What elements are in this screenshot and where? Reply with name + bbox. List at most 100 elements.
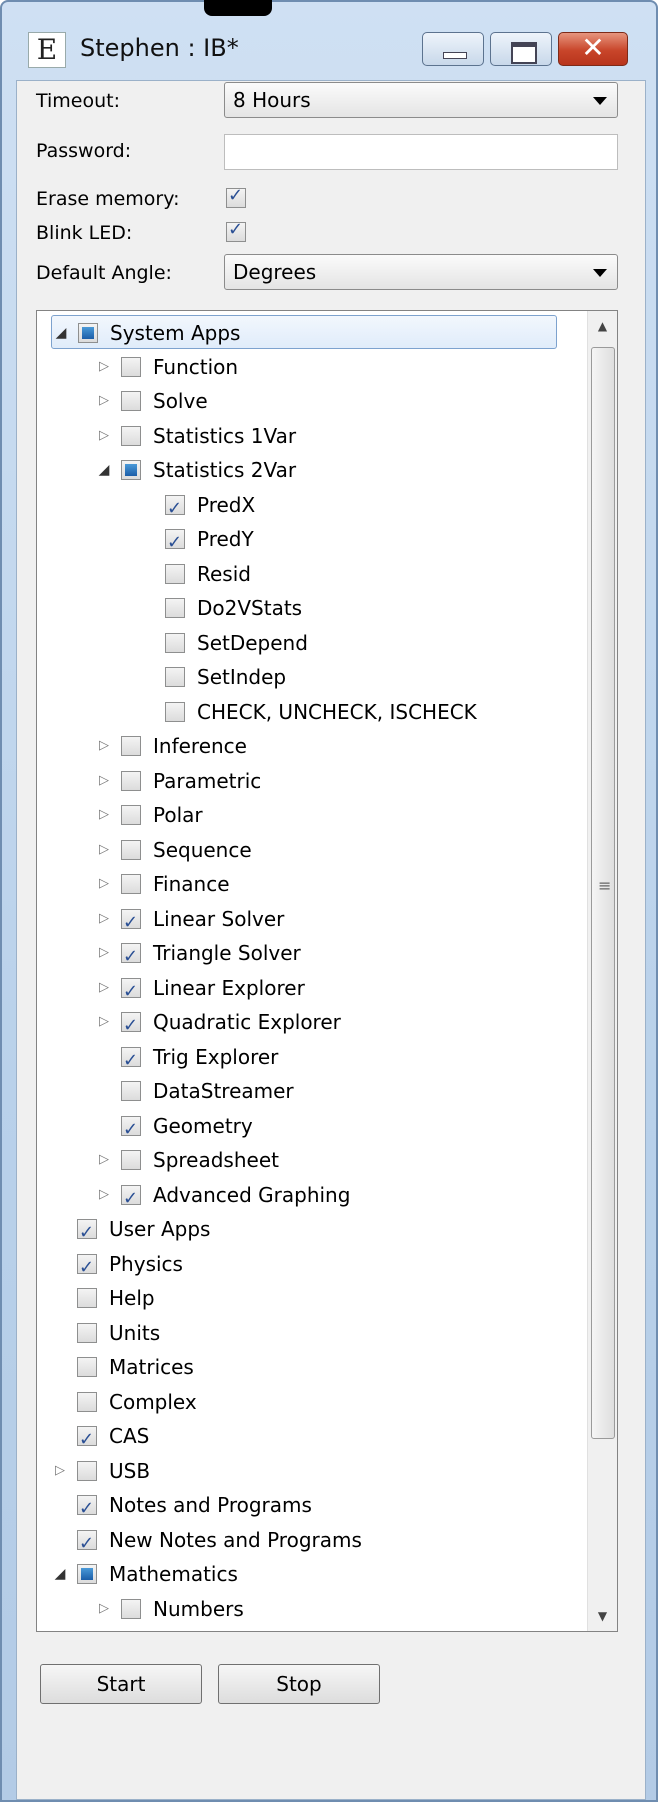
tree-scrollbar[interactable]: ▲ ≡ ▼ (587, 311, 617, 1631)
erase-memory-label: Erase memory: (36, 188, 180, 210)
chevron-down-icon (593, 269, 607, 277)
tree-item-label: Matrices (109, 1355, 194, 1379)
tree-item-checkbox[interactable] (165, 526, 185, 560)
tree-item-checkbox[interactable] (77, 1391, 97, 1412)
triangle-right-icon[interactable]: ▷ (95, 971, 113, 1005)
scrollbar-thumb[interactable]: ≡ (591, 347, 615, 1439)
tree-item-label: Linear Explorer (153, 975, 305, 1000)
tree-item-checkbox[interactable] (121, 1182, 141, 1216)
tree-item-checkbox[interactable] (121, 1598, 141, 1619)
timeout-select[interactable]: 8 Hours (224, 82, 618, 118)
tree-item-label: DataStreamer (153, 1079, 294, 1103)
tree-item-checkbox[interactable] (165, 701, 185, 722)
triangle-right-icon[interactable]: ▷ (95, 1626, 113, 1631)
tree-item-label: Trig Explorer (153, 1044, 279, 1069)
tree-item-checkbox[interactable] (77, 1564, 97, 1584)
tree-item-label: Spreadsheet (153, 1148, 279, 1172)
tree-item-label: Geometry (153, 1113, 253, 1138)
tree-item-label: New Notes and Programs (109, 1527, 362, 1552)
triangle-down-icon[interactable]: ◢ (95, 453, 113, 487)
tree-item-checkbox[interactable] (77, 1460, 97, 1481)
tree-item-checkbox[interactable] (77, 1423, 97, 1457)
triangle-down-icon[interactable]: ◢ (52, 316, 70, 350)
tree-item-checkbox[interactable] (121, 1113, 141, 1147)
triangle-right-icon[interactable]: ▷ (95, 867, 113, 901)
tree-item-checkbox[interactable] (165, 632, 185, 653)
tree-item-checkbox[interactable] (165, 598, 185, 618)
triangle-right-icon[interactable]: ▷ (95, 764, 113, 798)
tree-item-label: USB (109, 1458, 151, 1483)
tree-item-checkbox[interactable] (121, 391, 141, 411)
blink-led-label: Blink LED: (36, 222, 133, 244)
tree-item-checkbox[interactable] (165, 563, 185, 584)
tree-item-label: Do2VStats (197, 596, 303, 620)
tree-item-label: Solve (153, 389, 208, 413)
triangle-right-icon[interactable]: ▷ (51, 1454, 69, 1488)
scroll-down-icon[interactable]: ▼ (588, 1601, 617, 1631)
password-input[interactable] (224, 134, 618, 170)
tree-item-checkbox[interactable] (77, 1251, 97, 1285)
tree-item-checkbox[interactable] (77, 1216, 97, 1250)
tree-item-checkbox[interactable] (121, 1150, 141, 1170)
default-angle-select[interactable]: Degrees (224, 254, 618, 290)
tree-item-checkbox[interactable] (121, 425, 141, 446)
triangle-down-icon[interactable]: ◢ (51, 1557, 69, 1591)
triangle-right-icon[interactable]: ▷ (95, 1592, 113, 1626)
stop-button[interactable]: Stop (218, 1664, 380, 1704)
triangle-right-icon[interactable]: ▷ (95, 350, 113, 384)
minimize-icon[interactable] (422, 32, 484, 66)
triangle-right-icon[interactable]: ▷ (95, 729, 113, 763)
tree-item-label: SetIndep (197, 665, 287, 689)
tree-item-checkbox[interactable] (165, 492, 185, 526)
tree-item-checkbox[interactable] (121, 356, 141, 377)
tree-item-checkbox[interactable] (121, 874, 141, 894)
tree-item-checkbox[interactable] (121, 906, 141, 940)
tree-item-checkbox[interactable] (77, 1357, 97, 1377)
triangle-right-icon[interactable]: ▷ (95, 1178, 113, 1212)
triangle-right-icon[interactable]: ▷ (95, 419, 113, 453)
triangle-right-icon[interactable]: ▷ (95, 1143, 113, 1177)
maximize-icon[interactable] (490, 32, 552, 66)
tree-item-checkbox[interactable] (165, 667, 185, 687)
tree-item-label: Help (109, 1286, 155, 1310)
tree-item[interactable]: ◢ System Apps (51, 315, 557, 349)
triangle-right-icon[interactable]: ▷ (95, 936, 113, 970)
tree-item-checkbox[interactable] (121, 940, 141, 974)
tree-item-label: PredX (197, 492, 256, 517)
tree-item-checkbox[interactable] (121, 770, 141, 791)
tree-item-label: Triangle Solver (153, 941, 301, 965)
tree-item-checkbox[interactable] (121, 460, 141, 480)
triangle-right-icon[interactable]: ▷ (95, 902, 113, 936)
blink-led-checkbox[interactable] (226, 219, 246, 242)
tree-item-label: Mathematics (109, 1562, 238, 1586)
tree-item-checkbox[interactable] (77, 1288, 97, 1308)
erase-memory-checkbox[interactable] (226, 185, 246, 208)
tree-item-label: Resid (197, 561, 251, 586)
tree-item-checkbox[interactable] (121, 736, 141, 756)
tree-item-checkbox[interactable] (78, 323, 98, 343)
tree-item-checkbox[interactable] (77, 1492, 97, 1526)
triangle-right-icon[interactable]: ▷ (95, 798, 113, 832)
scroll-up-icon[interactable]: ▲ (588, 311, 617, 341)
tree-item-checkbox[interactable] (77, 1322, 97, 1343)
triangle-right-icon[interactable]: ▷ (95, 384, 113, 418)
apps-tree[interactable]: ◢ System Apps ▷ Function ▷ Solve ▷ Statistics 1… (36, 310, 618, 1632)
tree-item-checkbox[interactable] (121, 1044, 141, 1078)
tree-item-checkbox[interactable] (121, 805, 141, 825)
timeout-value: 8 Hours (233, 88, 311, 112)
tree-item-checkbox[interactable] (121, 839, 141, 860)
tree-item-label: CHECK, UNCHECK, ISCHECK (197, 699, 477, 724)
close-icon[interactable]: ✕ (558, 31, 628, 66)
triangle-right-icon[interactable]: ▷ (95, 833, 113, 867)
tree-item-checkbox[interactable] (121, 1081, 141, 1101)
triangle-right-icon[interactable]: ▷ (95, 1005, 113, 1039)
tree-item-label: SetDepend (197, 630, 308, 655)
default-angle-value: Degrees (233, 260, 317, 284)
app-icon: E (28, 32, 66, 68)
start-button[interactable]: Start (40, 1664, 202, 1704)
tree-item-checkbox[interactable] (121, 1009, 141, 1043)
tree-item-label: Sequence (153, 837, 252, 862)
tree-item-checkbox[interactable] (121, 975, 141, 1009)
tree-item-label: User Apps (109, 1217, 211, 1241)
tree-item-checkbox[interactable] (77, 1527, 97, 1561)
